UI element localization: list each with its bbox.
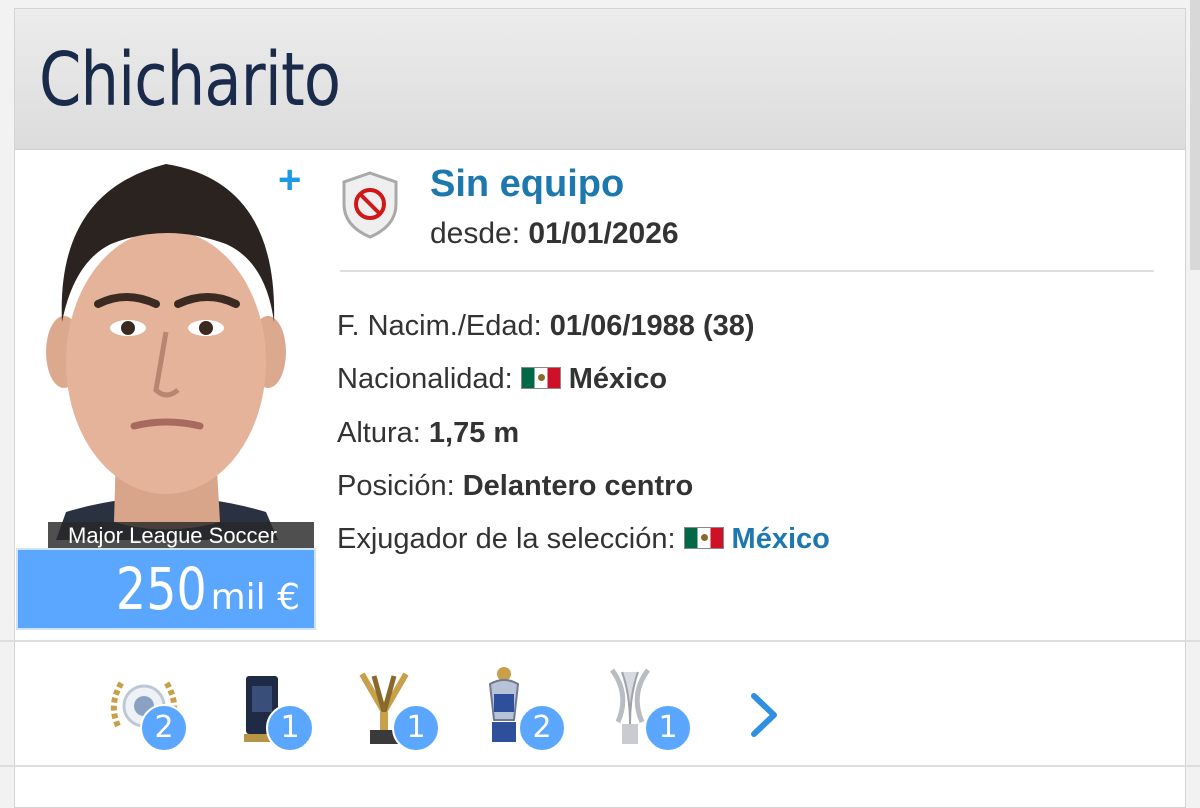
trophy-laurel[interactable]: 2 [104, 664, 194, 754]
trophy-europa[interactable]: 1 [608, 664, 698, 754]
height-row: Altura: 1,75 m [337, 413, 519, 453]
chevron-right-icon[interactable] [740, 690, 786, 745]
club-since: desde: 01/01/2026 [430, 214, 679, 254]
position-row: Posición: Delantero centro [337, 466, 693, 506]
national-team-row: Exjugador de la selección: México [337, 519, 830, 559]
market-value-number: 250 [115, 555, 207, 623]
trophy-premier-league[interactable]: 2 [482, 664, 572, 754]
scrollbar[interactable] [1190, 0, 1200, 270]
birth-row: F. Nacim./Edad: 01/06/1988 (38) [337, 306, 755, 346]
nationality-value: México [568, 363, 668, 395]
player-portrait-icon [16, 152, 316, 540]
mexico-flag-icon [520, 367, 561, 390]
trophy-count: 1 [644, 704, 692, 752]
position-label: Posición: [337, 470, 455, 502]
league-label[interactable]: Major League Soccer [48, 522, 314, 550]
birth-label: F. Nacim./Edad: [337, 310, 542, 342]
trophy-count: 2 [140, 704, 188, 752]
divider [340, 270, 1154, 272]
height-label: Altura: [337, 417, 421, 449]
height-value: 1,75 m [428, 417, 520, 449]
no-club-shield-icon [340, 170, 400, 245]
player-photo[interactable] [16, 152, 316, 540]
trophy-count: 2 [518, 704, 566, 752]
page-title: Chicharito [39, 37, 341, 123]
market-value-unit: mil € [210, 577, 300, 618]
profile-header: Chicharito [15, 9, 1185, 150]
national-label: Exjugador de la selección: [337, 523, 676, 555]
section-divider [0, 640, 1200, 642]
trophy-count: 1 [266, 704, 314, 752]
nationality-label: Nacionalidad: [337, 363, 513, 395]
national-team-link[interactable]: México [732, 523, 830, 555]
trophy-cup[interactable]: 1 [356, 664, 446, 754]
club-name-link[interactable]: Sin equipo [430, 160, 624, 208]
plus-icon[interactable]: + [278, 160, 301, 200]
market-value-box[interactable]: 250 mil € [16, 548, 316, 630]
nationality-row: Nacionalidad: México [337, 359, 667, 399]
section-divider [0, 765, 1200, 767]
position-value: Delantero centro [462, 470, 694, 502]
birth-value: 01/06/1988 (38) [549, 310, 755, 342]
since-label: desde: [430, 217, 521, 250]
since-value: 01/01/2026 [528, 217, 679, 250]
trophy-count: 1 [392, 704, 440, 752]
mexico-flag-icon [683, 527, 724, 550]
trophy-award[interactable]: 1 [230, 664, 320, 754]
